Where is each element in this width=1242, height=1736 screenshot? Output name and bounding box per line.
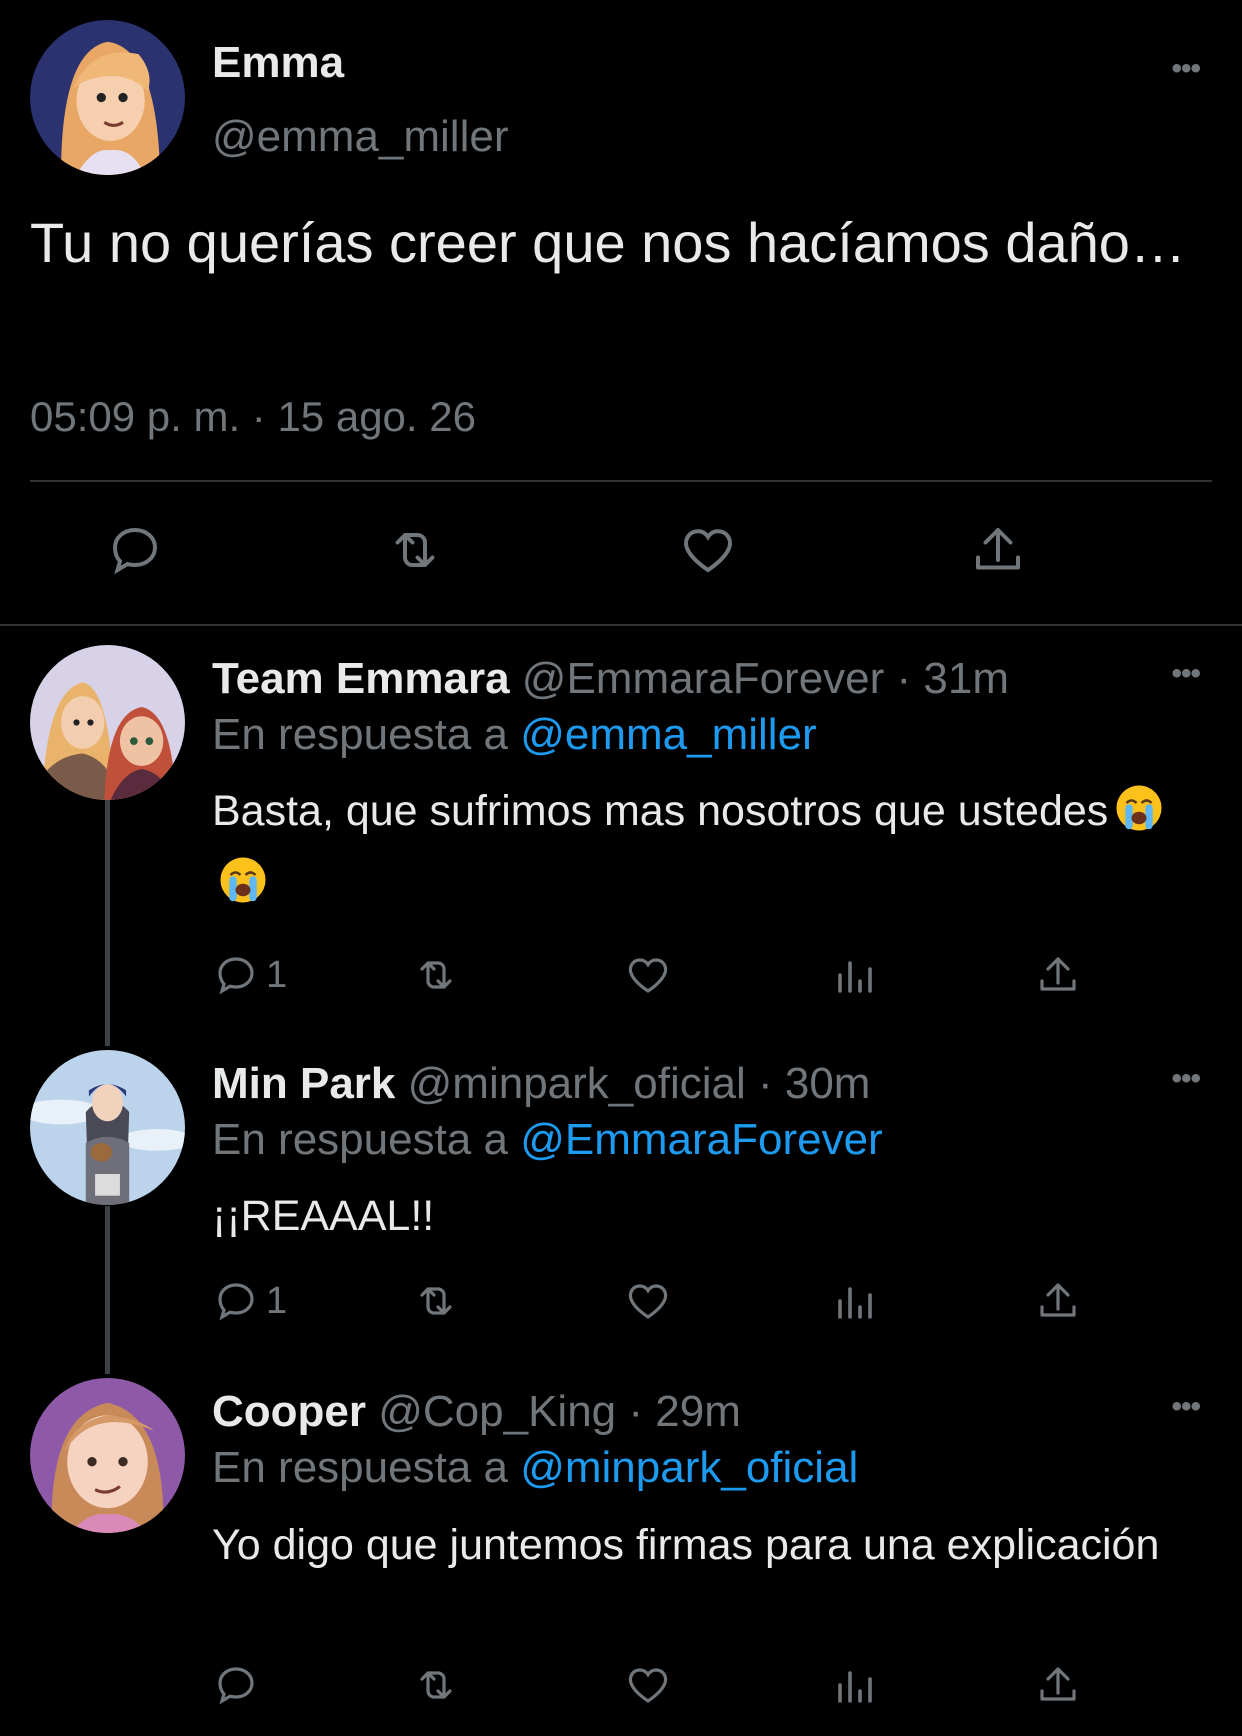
- share-icon[interactable]: [1034, 1276, 1082, 1326]
- reply-icon[interactable]: 1: [212, 950, 287, 1000]
- views-icon[interactable]: [830, 1660, 878, 1710]
- tweet-timestamp[interactable]: 05:09 p. m. · 15 ago. 26: [30, 393, 476, 441]
- author-name[interactable]: Cooper: [212, 1387, 366, 1436]
- avatar-cooper-icon: [30, 1378, 185, 1533]
- reply-tweet: Min Park @minpark_oficial · 30m ••• En r…: [0, 1050, 1242, 1360]
- reply-icon[interactable]: [105, 520, 165, 580]
- tweet-text: ¡¡REAAAL!!: [212, 1192, 435, 1240]
- like-icon[interactable]: [624, 1276, 672, 1326]
- author-name[interactable]: Emma: [212, 38, 344, 88]
- like-icon[interactable]: [624, 950, 672, 1000]
- reply-count: 1: [266, 953, 288, 996]
- author-name[interactable]: Team Emmara: [212, 654, 510, 703]
- avatar-team-emmara-icon: [30, 645, 185, 800]
- tweet-actions: 1: [212, 1276, 1092, 1326]
- tweet-text-body: Basta, que sufrimos mas nosotros que ust…: [212, 787, 1109, 835]
- divider: [30, 480, 1212, 482]
- reply-header: Cooper @Cop_King · 29m: [212, 1384, 741, 1440]
- share-icon[interactable]: [1034, 950, 1082, 1000]
- tweet-text: Tu no querías creer que nos hacíamos dañ…: [30, 211, 1186, 274]
- replying-to: En respuesta a @EmmaraForever: [212, 1112, 883, 1168]
- divider: [0, 624, 1242, 626]
- main-tweet: Emma @emma_miller ••• Tu no querías cree…: [0, 0, 1242, 620]
- retweet-icon[interactable]: [412, 950, 460, 1000]
- mention-link[interactable]: @EmmaraForever: [520, 1115, 883, 1164]
- reply-icon[interactable]: [212, 1660, 260, 1710]
- avatar-min-park-icon: [30, 1050, 185, 1205]
- tweet-text: Basta, que sufrimos mas nosotros que ust…: [212, 775, 1202, 919]
- avatar[interactable]: [30, 645, 185, 800]
- reply-tweet: Team Emmara @EmmaraForever · 31m ••• En …: [0, 645, 1242, 1025]
- views-icon[interactable]: [830, 1276, 878, 1326]
- like-icon[interactable]: [624, 1660, 672, 1710]
- replying-to-label: En respuesta a: [212, 1443, 508, 1492]
- author-handle[interactable]: @EmmaraForever: [522, 654, 885, 703]
- author-handle[interactable]: @minpark_oficial: [408, 1059, 746, 1108]
- views-icon[interactable]: [830, 950, 878, 1000]
- reply-header: Min Park @minpark_oficial · 30m: [212, 1056, 870, 1112]
- more-icon[interactable]: •••: [1171, 1062, 1200, 1096]
- tweet-time[interactable]: · 29m: [628, 1387, 740, 1436]
- retweet-icon[interactable]: [385, 520, 445, 580]
- retweet-icon[interactable]: [412, 1660, 460, 1710]
- reply-tweet: Cooper @Cop_King · 29m ••• En respuesta …: [0, 1378, 1242, 1736]
- avatar[interactable]: [30, 20, 185, 175]
- replying-to: En respuesta a @minpark_oficial: [212, 1440, 858, 1496]
- avatar[interactable]: [30, 1378, 185, 1533]
- tweet-time[interactable]: · 31m: [897, 654, 1009, 703]
- author-handle[interactable]: @Cop_King: [378, 1387, 616, 1436]
- replying-to-label: En respuesta a: [212, 710, 508, 759]
- share-icon[interactable]: [1034, 1660, 1082, 1710]
- tweet-text: Yo digo que juntemos firmas para una exp…: [212, 1521, 1160, 1569]
- tweet-actions: [212, 1660, 1092, 1710]
- loudly-crying-face-icon: [1116, 785, 1162, 831]
- share-icon[interactable]: [968, 520, 1028, 580]
- tweet-time[interactable]: · 30m: [758, 1059, 870, 1108]
- more-icon[interactable]: •••: [1171, 1390, 1200, 1424]
- avatar-emma-icon: [30, 20, 185, 175]
- author-name[interactable]: Min Park: [212, 1059, 395, 1108]
- loudly-crying-face-icon: [220, 857, 266, 903]
- reply-header: Team Emmara @EmmaraForever · 31m: [212, 651, 1009, 707]
- more-icon[interactable]: •••: [1171, 52, 1200, 86]
- mention-link[interactable]: @minpark_oficial: [520, 1443, 858, 1492]
- more-icon[interactable]: •••: [1171, 657, 1200, 691]
- reply-count: 1: [266, 1279, 288, 1322]
- replying-to-label: En respuesta a: [212, 1115, 508, 1164]
- tweet-actions: [0, 520, 1242, 580]
- tweet-actions: 1: [212, 950, 1092, 1000]
- retweet-icon[interactable]: [412, 1276, 460, 1326]
- reply-icon[interactable]: 1: [212, 1276, 287, 1326]
- avatar[interactable]: [30, 1050, 185, 1205]
- author-handle[interactable]: @emma_miller: [212, 112, 508, 162]
- like-icon[interactable]: [678, 520, 738, 580]
- mention-link[interactable]: @emma_miller: [520, 710, 816, 759]
- replying-to: En respuesta a @emma_miller: [212, 707, 817, 763]
